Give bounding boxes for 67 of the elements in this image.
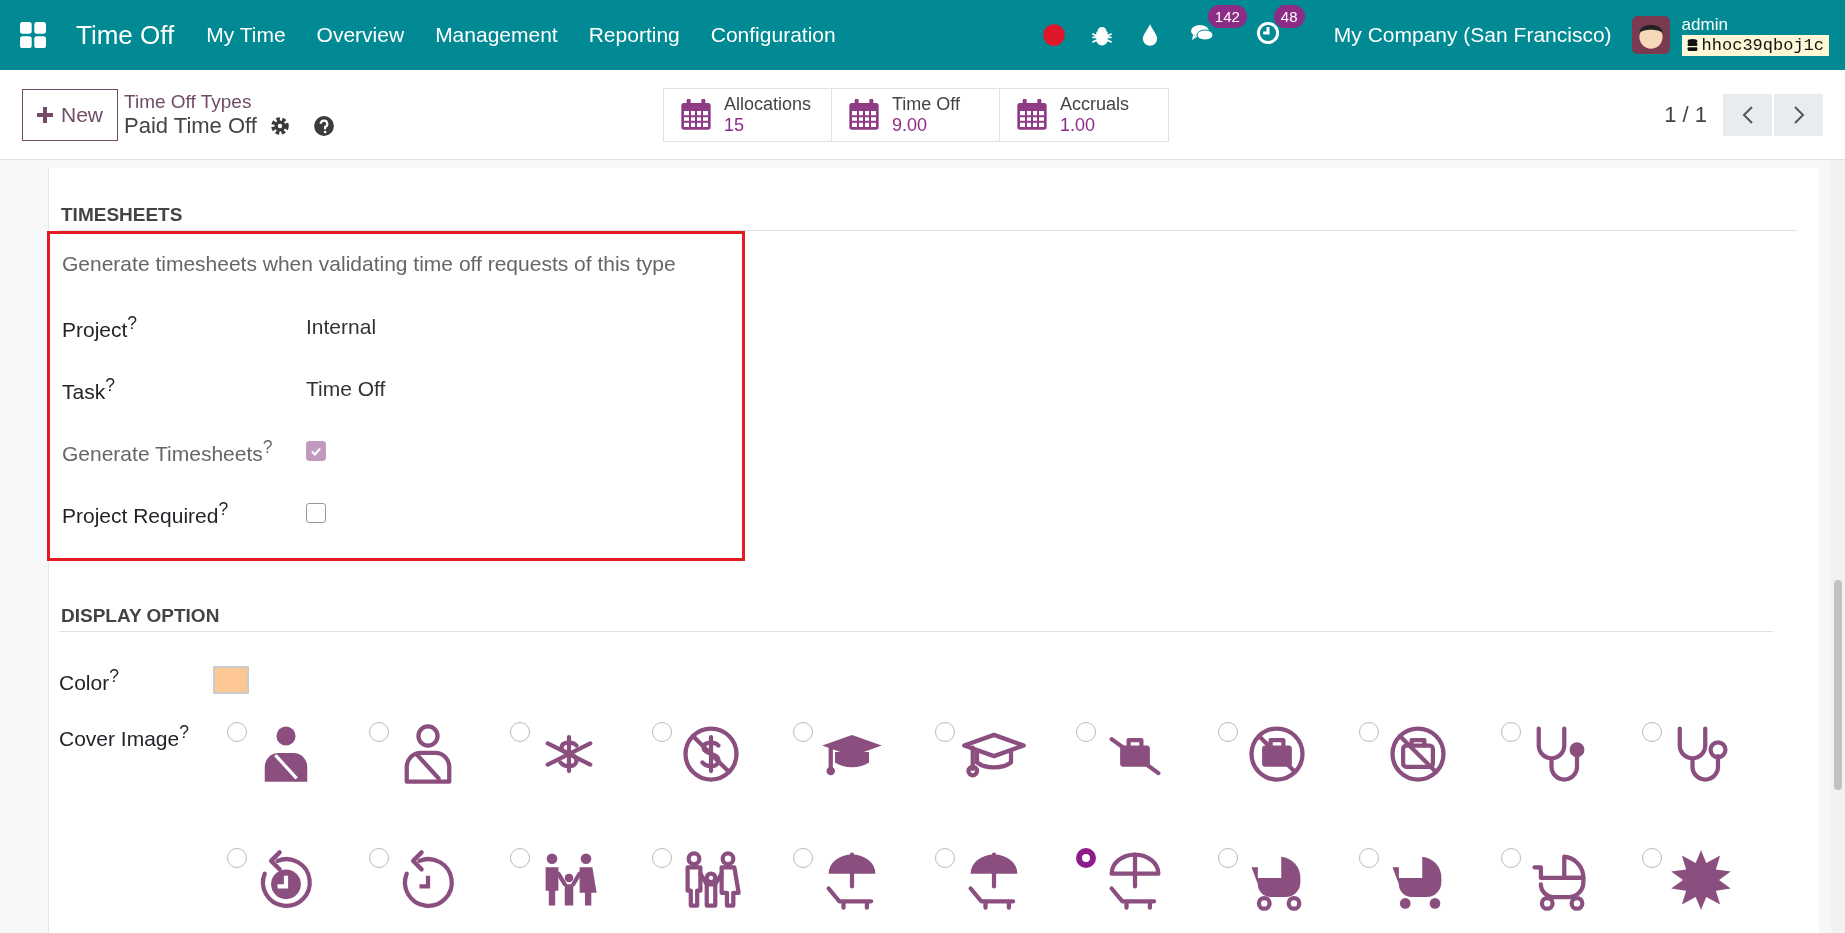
- database-icon: [1686, 38, 1698, 52]
- radio-button[interactable]: [368, 722, 389, 742]
- field-label: Project$^{?}$: [62, 312, 139, 342]
- radio-button[interactable]: [1217, 722, 1238, 742]
- radio-button[interactable]: [510, 722, 530, 742]
- avatar[interactable]: [1631, 16, 1670, 54]
- radio-button[interactable]: [1076, 722, 1096, 742]
- user-name[interactable]: admin: [1681, 14, 1829, 35]
- settings-icon[interactable]: [268, 114, 291, 137]
- radio-button[interactable]: [793, 722, 813, 742]
- field-label: Project Required$^{?}$: [62, 498, 230, 528]
- field-label: Generate Timesheets$^{?}$: [62, 436, 274, 466]
- clock-icon[interactable]: [1255, 21, 1280, 45]
- color-swatch[interactable]: [213, 666, 249, 694]
- radio-button[interactable]: [1359, 848, 1379, 868]
- radio-button[interactable]: [793, 848, 813, 868]
- checkbox[interactable]: [306, 503, 326, 523]
- menu-item[interactable]: Management: [435, 23, 558, 47]
- section-description: Generate timesheets when validating time off requests of this type: [62, 252, 677, 276]
- new-button[interactable]: New: [22, 88, 118, 141]
- radio-button[interactable]: [368, 848, 389, 868]
- calendar-icon: [847, 98, 880, 131]
- radio-button[interactable]: [1217, 848, 1238, 868]
- radio-button[interactable]: [510, 848, 530, 868]
- radio-button[interactable]: [651, 848, 672, 868]
- radio-button[interactable]: [1500, 848, 1521, 868]
- menu-item[interactable]: Configuration: [710, 23, 836, 47]
- database-name: hhoc39qboj1c: [1681, 34, 1829, 56]
- radio-button[interactable]: [651, 722, 672, 742]
- field-value[interactable]: Time Off: [306, 377, 386, 401]
- radio-button[interactable]: [1359, 722, 1379, 742]
- menu-item[interactable]: Overview: [316, 23, 405, 47]
- radio-button[interactable]: [227, 848, 247, 868]
- previous-button[interactable]: [1723, 93, 1772, 136]
- menu-item[interactable]: Reporting: [588, 23, 680, 47]
- next-button[interactable]: [1774, 93, 1823, 136]
- company-switcher[interactable]: My Company (San Francisco): [1333, 23, 1612, 47]
- record-dot-icon[interactable]: [1041, 23, 1066, 47]
- section-heading: TIMESHEETS: [59, 204, 1797, 231]
- help-icon[interactable]: [312, 114, 335, 137]
- radio-button[interactable]: [1642, 848, 1662, 868]
- calendar-icon: [1015, 98, 1048, 131]
- radio-button[interactable]: [934, 722, 955, 742]
- pager-counter: 1 / 1: [1664, 101, 1707, 128]
- chevron-left-icon: [1741, 104, 1754, 125]
- radio-button[interactable]: [1642, 722, 1662, 742]
- plus-icon: [37, 106, 53, 123]
- scrollbar[interactable]: [1831, 160, 1845, 933]
- app-grid-icon[interactable]: [20, 22, 46, 48]
- activity-count-badge: 48: [1273, 5, 1305, 28]
- message-count-badge: 142: [1207, 5, 1247, 28]
- calendar-icon: [679, 98, 712, 131]
- app-title[interactable]: Time Off: [76, 19, 175, 51]
- radio-button[interactable]: [934, 848, 955, 868]
- field-label: Cover Image$^{?}$: [59, 721, 190, 751]
- field-label: Task$^{?}$: [62, 374, 116, 404]
- radio-button[interactable]: [227, 722, 247, 742]
- record-title: Paid Time Off: [124, 112, 257, 139]
- field-value[interactable]: Internal: [306, 315, 377, 339]
- chevron-right-icon: [1792, 104, 1805, 125]
- section-heading: DISPLAY OPTION: [59, 605, 1773, 632]
- menu-item[interactable]: My Time: [206, 23, 286, 47]
- radio-button[interactable]: [1076, 848, 1096, 868]
- breadcrumb-link[interactable]: Time Off Types: [124, 90, 335, 113]
- field-label: Color$^{?}$: [59, 665, 120, 695]
- checkbox[interactable]: [306, 441, 326, 461]
- radio-button[interactable]: [1500, 722, 1521, 742]
